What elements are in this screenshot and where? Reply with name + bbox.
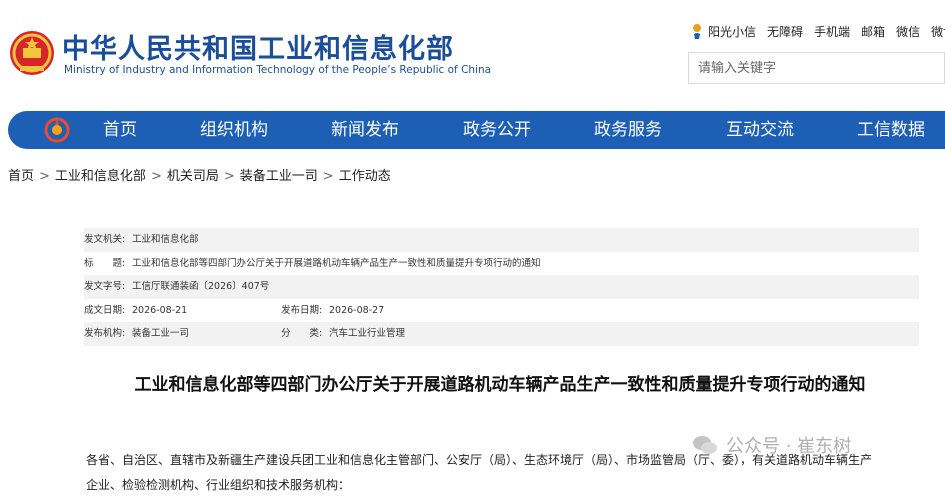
top-links: 阳光小信 无障碍 手机端 邮箱 微信 微博 bbox=[690, 22, 945, 40]
docno-value: 工信厅联通装函〔2026〕407号 bbox=[132, 281, 270, 292]
breadcrumb-separator: > bbox=[39, 169, 50, 184]
issuer-value: 工业和信息化部 bbox=[132, 234, 199, 245]
published-date-label: 发布日期: bbox=[281, 304, 323, 316]
issuer-label: 发文机关: bbox=[84, 234, 126, 245]
site-header: 中华人民共和国工业和信息化部 Ministry of Industry and … bbox=[0, 0, 945, 105]
article-title: 工业和信息化部等四部门办公厅关于开展道路机动车辆产品生产一致性和质量提升专项行动… bbox=[134, 375, 866, 395]
meta-row-org: 发布机构: 装备工业一司 分 类: 汽车工业行业管理 bbox=[84, 322, 919, 346]
nav-data[interactable]: 工信数据 bbox=[857, 111, 925, 149]
ministry-logo-icon bbox=[44, 117, 70, 143]
breadcrumb: 首页 > 工业和信息化部 > 机关司局 > 装备工业一司 > 工作动态 bbox=[8, 165, 391, 184]
top-link-mobile[interactable]: 手机端 bbox=[814, 23, 850, 40]
search-box bbox=[688, 52, 945, 84]
sunshine-icon bbox=[693, 24, 701, 39]
breadcrumb-separator: > bbox=[322, 169, 334, 184]
main-nav: 首页 组织机构 新闻发布 政务公开 政务服务 互动交流 工信数据 bbox=[8, 111, 945, 149]
title-label: 标 题: bbox=[84, 257, 126, 269]
top-link-mail[interactable]: 邮箱 bbox=[861, 23, 885, 40]
national-emblem-icon[interactable] bbox=[8, 28, 56, 78]
breadcrumb-ministry[interactable]: 工业和信息化部 bbox=[55, 169, 146, 184]
breadcrumb-separator: > bbox=[223, 169, 235, 184]
meta-row-issuer: 发文机关: 工业和信息化部 bbox=[84, 228, 919, 252]
breadcrumb-home[interactable]: 首页 bbox=[8, 169, 34, 184]
nav-organization[interactable]: 组织机构 bbox=[200, 111, 268, 149]
category-label: 分 类: bbox=[281, 328, 323, 339]
docno-label: 发文字号: bbox=[84, 281, 126, 292]
wechat-icon bbox=[693, 436, 717, 454]
nav-gov-affairs-open[interactable]: 政务公开 bbox=[463, 111, 531, 149]
nav-home[interactable]: 首页 bbox=[103, 111, 137, 149]
meta-row-docno: 发文字号: 工信厅联通装函〔2026〕407号 bbox=[84, 275, 919, 299]
top-link-weibo[interactable]: 微博 bbox=[931, 23, 945, 40]
top-link-accessibility[interactable]: 无障碍 bbox=[767, 23, 803, 40]
watermark: 公众号 · 崔东树 bbox=[692, 432, 851, 458]
breadcrumb-departments[interactable]: 机关司局 bbox=[167, 169, 219, 184]
org-value: 装备工业一司 bbox=[132, 328, 190, 339]
published-date-value: 2026-08-27 bbox=[329, 304, 385, 316]
title-value: 工业和信息化部等四部门办公厅关于开展道路机动车辆产品生产一致性和质量提升专项行动… bbox=[132, 257, 541, 269]
watermark-text: 公众号 · 崔东树 bbox=[726, 436, 852, 457]
article-line: 企业、检验检测机构、行业组织和技术服务机构： bbox=[86, 478, 351, 492]
meta-row-title: 标 题: 工业和信息化部等四部门办公厅关于开展道路机动车辆产品生产一致性和质量提… bbox=[84, 252, 919, 276]
document-metadata: 发文机关: 工业和信息化部 标 题: 工业和信息化部等四部门办公厅关于开展道路机… bbox=[84, 228, 919, 346]
top-link-sunshine[interactable]: 阳光小信 bbox=[708, 23, 756, 40]
breadcrumb-equipment-dept[interactable]: 装备工业一司 bbox=[240, 169, 318, 184]
org-label: 发布机构: bbox=[84, 328, 126, 339]
written-date-label: 成文日期: bbox=[84, 304, 126, 316]
nav-interaction[interactable]: 互动交流 bbox=[726, 111, 794, 149]
top-link-wechat[interactable]: 微信 bbox=[896, 23, 920, 40]
site-title-english: Ministry of Industry and Information Tec… bbox=[64, 64, 492, 76]
site-title[interactable]: 中华人民共和国工业和信息化部 bbox=[62, 27, 454, 66]
breadcrumb-separator: > bbox=[150, 169, 162, 184]
meta-row-dates: 成文日期: 2026-08-21 发布日期: 2026-08-27 bbox=[84, 299, 919, 323]
breadcrumb-work-news[interactable]: 工作动态 bbox=[339, 169, 391, 184]
nav-gov-services[interactable]: 政务服务 bbox=[594, 111, 662, 149]
search-input[interactable] bbox=[689, 53, 928, 83]
written-date-value: 2026-08-21 bbox=[132, 304, 188, 316]
category-value: 汽车工业行业管理 bbox=[329, 328, 406, 339]
nav-news[interactable]: 新闻发布 bbox=[331, 111, 399, 149]
